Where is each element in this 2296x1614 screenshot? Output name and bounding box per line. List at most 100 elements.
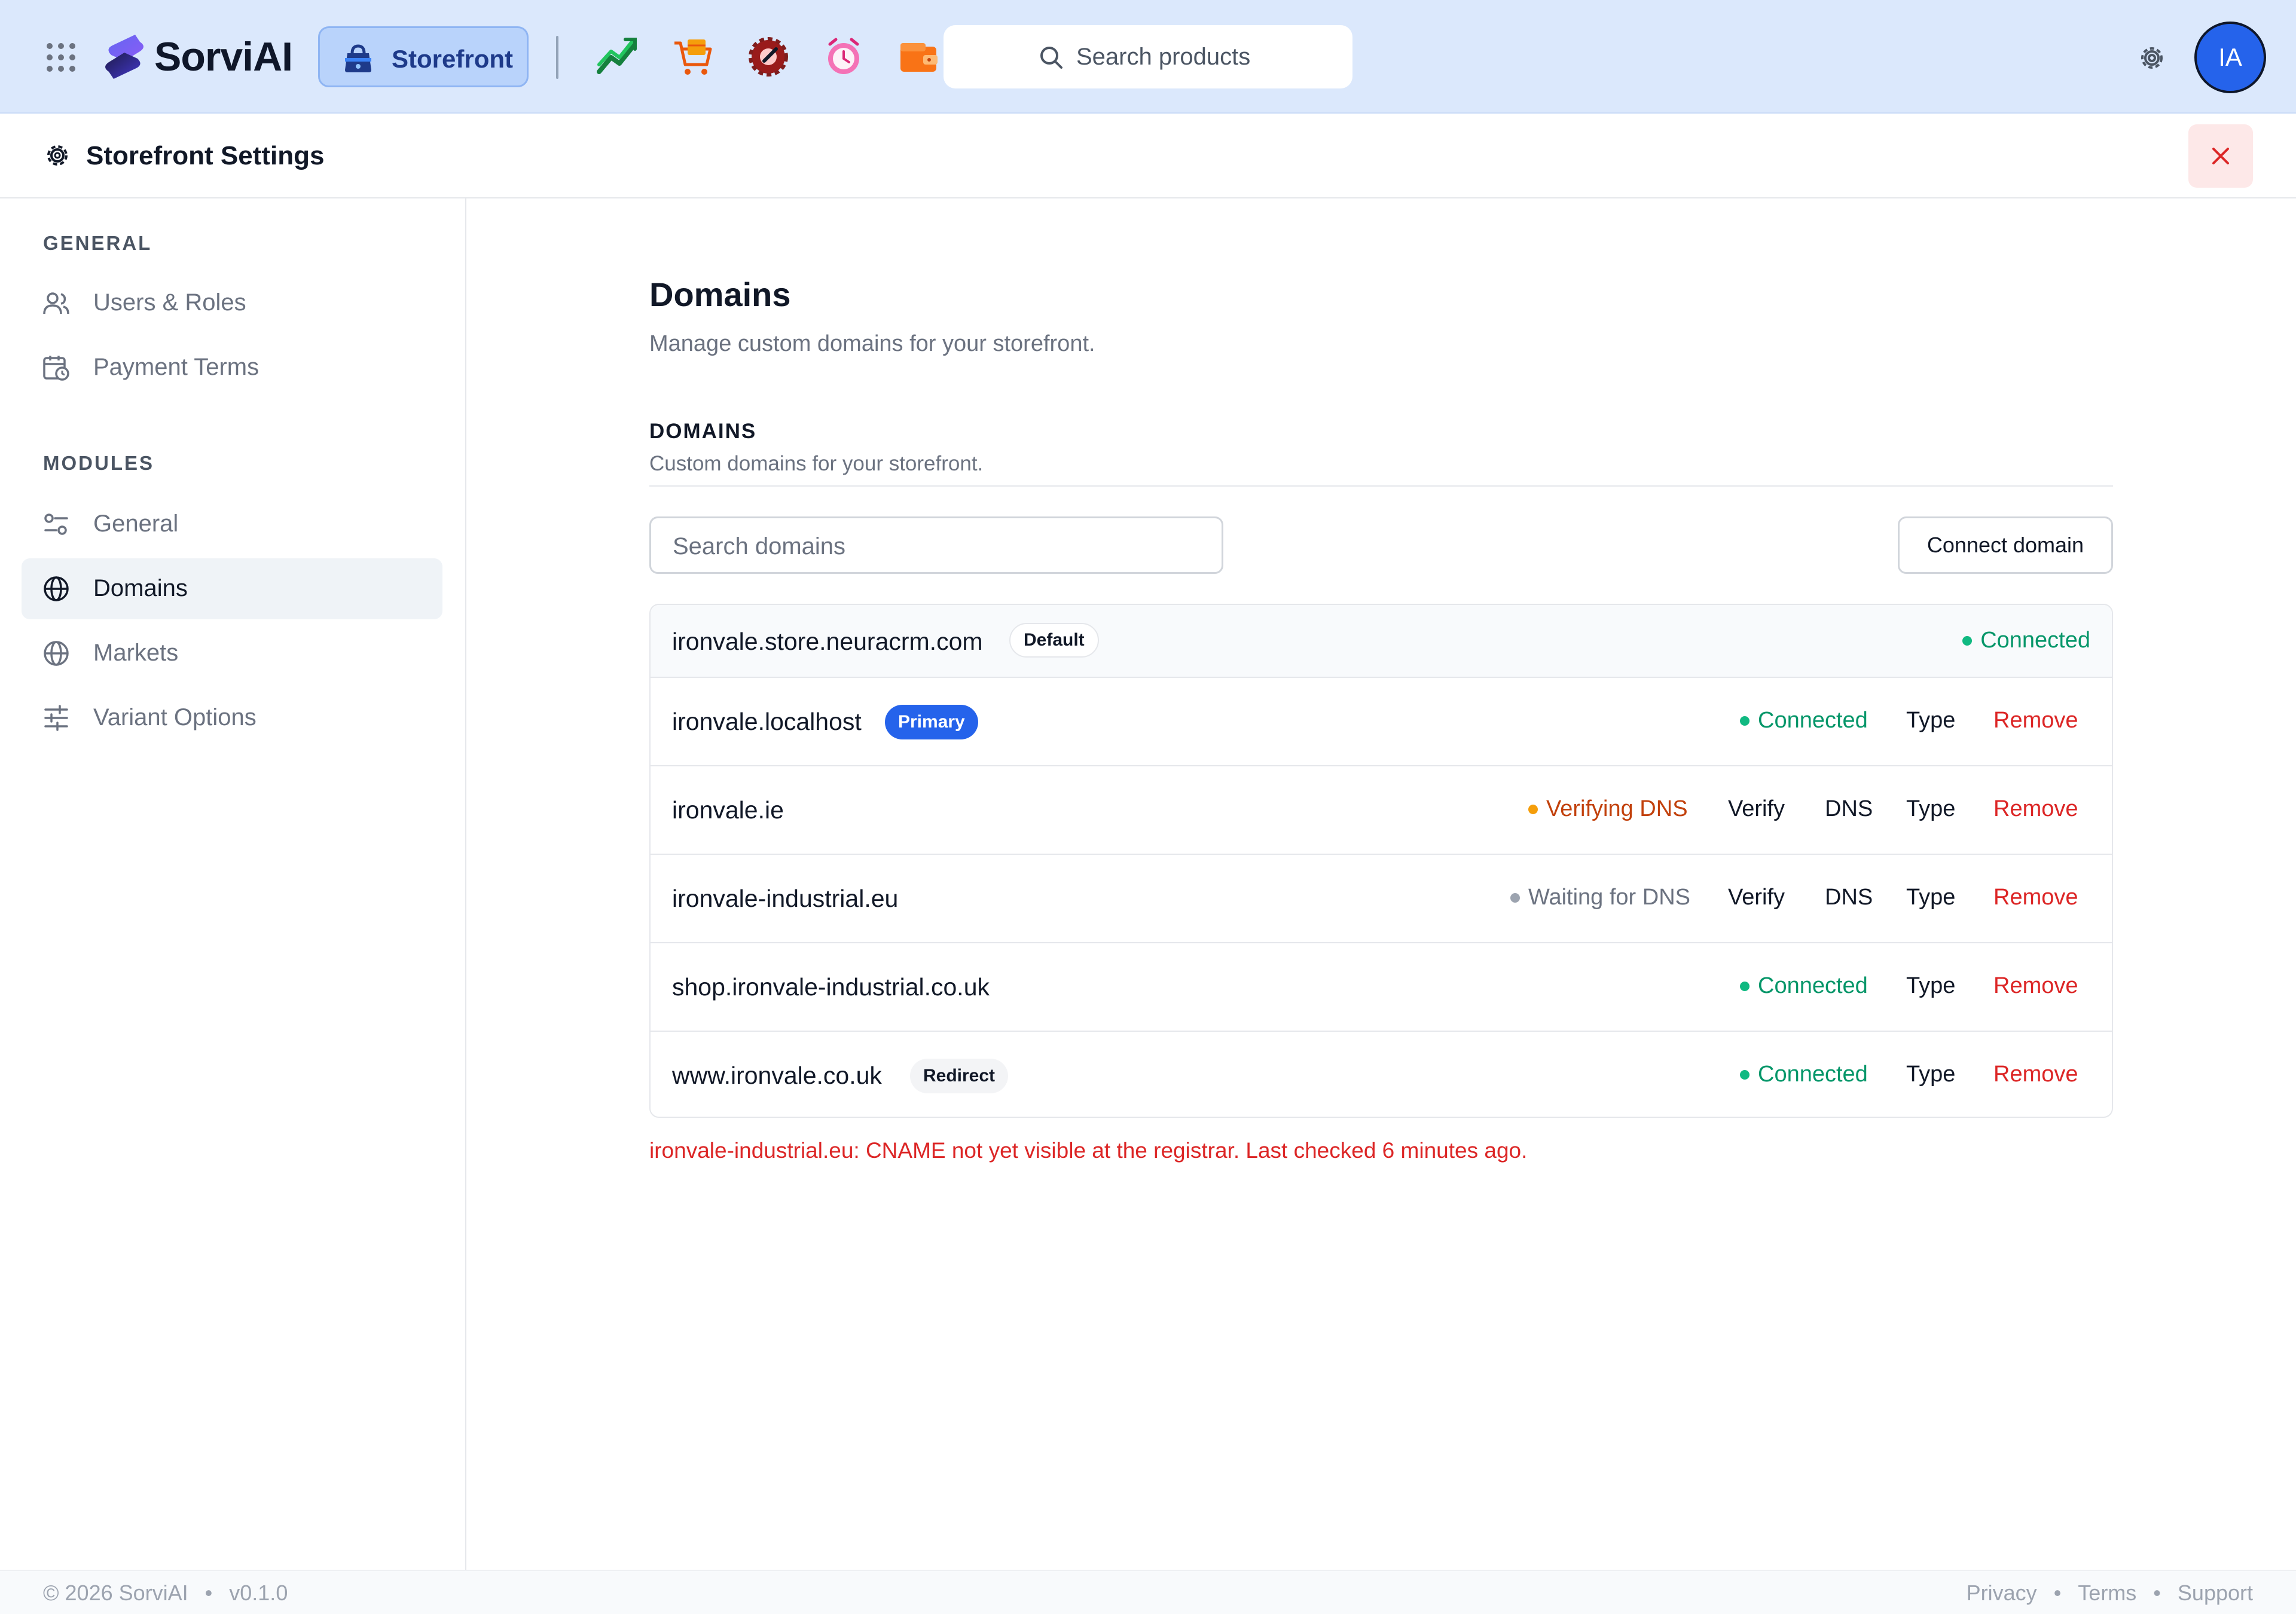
domains-list-description: Custom domains for your storefront. (649, 452, 984, 475)
table-row: ironvale.localhost Primary Connected Typ… (651, 678, 2112, 766)
default-badge: Default (1009, 623, 1099, 658)
status-text: Verifying DNS (1546, 796, 1688, 821)
status-text: Connected (1758, 1062, 1868, 1087)
status-text: Connected (1758, 973, 1868, 998)
globe-icon (44, 641, 69, 666)
verify-button[interactable]: Verify (1728, 885, 1785, 910)
user-avatar[interactable]: IA (2194, 22, 2266, 93)
support-link[interactable]: Support (2178, 1581, 2253, 1605)
sidebar-item-label: Domains (93, 575, 188, 601)
domain-name: shop.ironvale-industrial.co.uk (672, 973, 990, 1001)
sidebar-item-label: Users & Roles (93, 289, 246, 316)
domains-list-heading: DOMAINS (649, 420, 757, 443)
type-button[interactable]: Type (1906, 973, 1955, 999)
settings-sidebar: GENERAL Users & Roles Payment Terms MODU… (0, 198, 466, 1570)
footer-meta: © 2026 SorviAI • v0.1.0 (43, 1581, 288, 1605)
status-badge: Connected (1962, 628, 2090, 653)
timer-icon[interactable] (822, 35, 866, 79)
sidebar-section-general: GENERAL (43, 232, 152, 254)
sidebar-item-label: Variant Options (93, 704, 257, 730)
section-heading: Domains (649, 276, 791, 313)
domain-name: ironvale.localhost (672, 708, 862, 735)
status-badge: Verifying DNS (1528, 796, 1688, 822)
status-badge: Connected (1740, 973, 1868, 999)
redirect-badge: Redirect (910, 1059, 1009, 1093)
privacy-link[interactable]: Privacy (1967, 1581, 2037, 1605)
status-dot (1740, 716, 1750, 726)
analytics-icon[interactable] (596, 35, 640, 79)
calendar-clock-icon (43, 356, 69, 381)
sidebar-item-label: Markets (93, 640, 179, 666)
storefront-icon (345, 44, 371, 72)
users-icon (43, 292, 69, 314)
sidebar-item-users-roles[interactable]: Users & Roles (22, 273, 442, 334)
type-button[interactable]: Type (1906, 796, 1955, 822)
sidebar-item-payment-terms[interactable]: Payment Terms (22, 337, 442, 398)
footer: © 2026 SorviAI • v0.1.0 Privacy • Terms • Supp… (0, 1570, 2296, 1614)
settings-header: Storefront Settings (0, 114, 2296, 198)
divider (556, 36, 558, 79)
service-icon[interactable] (746, 35, 790, 79)
footer-links: Privacy • Terms • Support (1966, 1581, 2253, 1605)
sidebar-item-general[interactable]: General (22, 494, 442, 555)
domain-search-input[interactable]: Search domains (649, 516, 1223, 574)
brand-name: SorviAI (154, 34, 293, 80)
domains-table: ironvale.store.neuracrm.com Default Conn… (649, 604, 2113, 1118)
close-icon (2212, 148, 2229, 164)
domain-name: www.ironvale.co.uk (672, 1062, 882, 1089)
divider (649, 485, 2113, 487)
settings-gear-icon[interactable] (2137, 43, 2167, 73)
toggles-icon (44, 513, 68, 535)
sidebar-item-markets[interactable]: Markets (22, 623, 442, 684)
dns-button[interactable]: DNS (1825, 885, 1873, 910)
type-button[interactable]: Type (1906, 1062, 1955, 1087)
status-badge: Waiting for DNS (1510, 885, 1690, 910)
remove-button[interactable]: Remove (1993, 973, 2078, 999)
section-description: Manage custom domains for your storefron… (649, 331, 1095, 356)
status-text: Connected (1980, 628, 2090, 653)
type-button[interactable]: Type (1906, 885, 1955, 910)
sidebar-item-variant-options[interactable]: Variant Options (22, 687, 442, 748)
sliders-icon (44, 705, 68, 731)
gear-icon (47, 145, 68, 166)
sidebar-item-domains[interactable]: Domains (22, 558, 442, 619)
table-row: shop.ironvale-industrial.co.uk Connected… (651, 943, 2112, 1032)
status-dot (1528, 804, 1538, 814)
status-text: Waiting for DNS (1528, 885, 1690, 910)
product-search-input[interactable]: Search products (944, 25, 1352, 88)
dns-error-message: ironvale-industrial.eu: CNAME not yet vi… (649, 1138, 1528, 1163)
cart-icon[interactable] (671, 35, 715, 79)
search-icon (1040, 47, 1062, 69)
sidebar-section-modules: MODULES (43, 452, 154, 474)
page-title: Storefront Settings (86, 141, 325, 170)
status-badge: Connected (1740, 708, 1868, 733)
remove-button[interactable]: Remove (1993, 708, 2078, 733)
app-grid-icon[interactable] (47, 43, 75, 72)
copyright-text: © 2026 SorviAI (43, 1581, 188, 1605)
sidebar-item-label: General (93, 511, 179, 537)
table-row: ironvale-industrial.eu Waiting for DNS V… (651, 855, 2112, 943)
type-button[interactable]: Type (1906, 708, 1955, 733)
connect-domain-button[interactable]: Connect domain (1898, 516, 2113, 574)
status-dot (1740, 1069, 1750, 1080)
table-row: www.ironvale.co.uk Redirect Connected Ty… (651, 1032, 2112, 1117)
table-row: ironvale.store.neuracrm.com Default Conn… (651, 605, 2112, 678)
dns-button[interactable]: DNS (1825, 796, 1873, 822)
app-switcher-button[interactable]: Storefront (318, 26, 529, 87)
top-bar: SorviAI Storefront Search products IA (0, 0, 2296, 114)
close-button[interactable] (2188, 124, 2253, 188)
terms-link[interactable]: Terms (2078, 1581, 2136, 1605)
status-dot (1962, 635, 1973, 646)
table-row: ironvale.ie Verifying DNS Verify DNS Typ… (651, 766, 2112, 855)
remove-button[interactable]: Remove (1993, 885, 2078, 910)
wallet-icon[interactable] (897, 35, 941, 79)
verify-button[interactable]: Verify (1728, 796, 1785, 822)
remove-button[interactable]: Remove (1993, 796, 2078, 822)
domain-name: ironvale-industrial.eu (672, 885, 899, 912)
domain-name: ironvale.ie (672, 796, 784, 824)
search-placeholder: Search domains (673, 533, 846, 560)
status-dot (1740, 981, 1750, 991)
remove-button[interactable]: Remove (1993, 1062, 2078, 1087)
status-dot (1510, 892, 1520, 903)
globe-icon (44, 576, 69, 601)
